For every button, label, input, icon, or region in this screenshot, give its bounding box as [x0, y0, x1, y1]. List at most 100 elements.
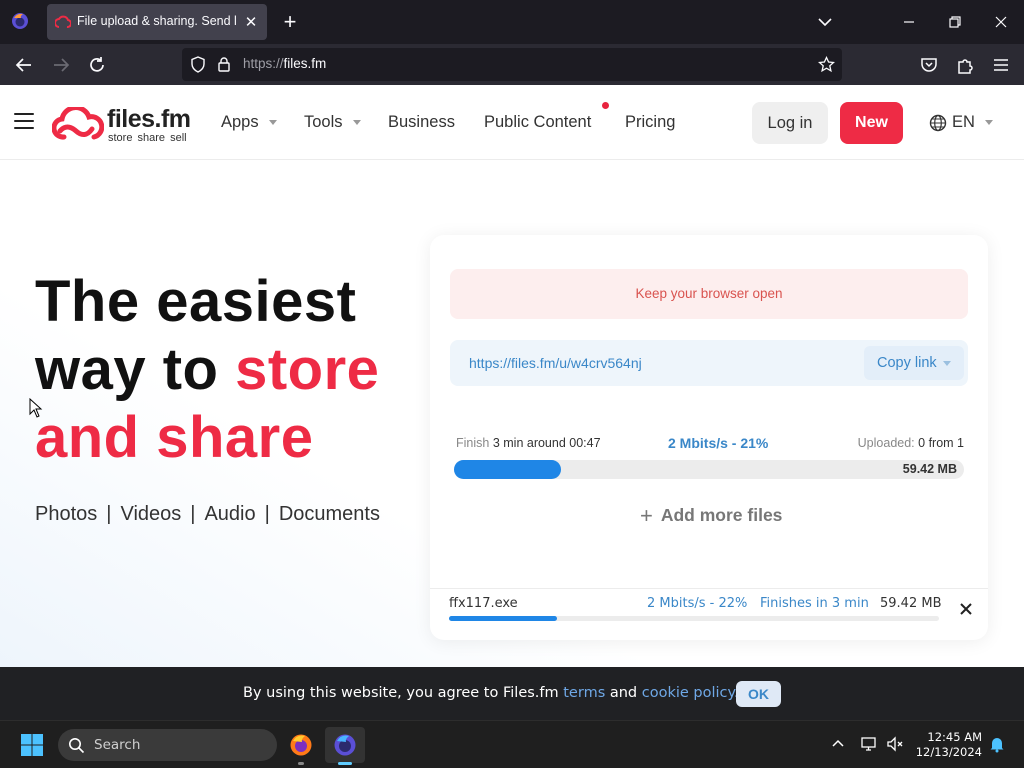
app-indicator [298, 762, 304, 765]
cookie-consent-bar: By using this website, you agree to File… [0, 667, 1024, 720]
extensions-icon[interactable] [954, 54, 976, 76]
pocket-icon[interactable] [918, 54, 940, 76]
category-audio: Audio [204, 503, 256, 525]
volume-muted-icon[interactable] [886, 735, 904, 753]
taskbar-search[interactable]: Search [58, 729, 277, 761]
upload-speed-summary: 2 Mbits/s - 21% [668, 435, 769, 451]
notification-bell-icon[interactable] [988, 735, 1006, 753]
menu-icon[interactable] [990, 54, 1012, 76]
nav-tools[interactable]: Tools [304, 113, 361, 132]
back-icon[interactable] [13, 54, 35, 76]
chevron-up-icon[interactable] [829, 735, 847, 753]
new-button[interactable]: New [840, 102, 903, 144]
windows-taskbar: Search 12:45 AM 12/13/2024 [0, 720, 1024, 768]
url-host: files.fm [283, 56, 327, 71]
url-bar[interactable]: https://files.fm [182, 48, 842, 81]
share-link-row: https://files.fm/u/w4crv564nj Copy link [450, 340, 968, 386]
nav-apps-label: Apps [221, 113, 259, 131]
hero-categories: Photos | Videos | Audio | Documents [35, 503, 380, 526]
file-progress-bar [449, 616, 939, 621]
uploaded-prefix: Uploaded: [857, 436, 915, 450]
taskbar-firefox-app[interactable] [281, 727, 321, 765]
lock-icon[interactable] [217, 56, 231, 73]
file-size: 59.42 MB [880, 596, 942, 611]
plus-icon: + [640, 503, 653, 528]
total-size: 59.42 MB [902, 462, 957, 476]
url-text[interactable]: https://files.fm [243, 56, 326, 71]
chevron-down-icon [352, 120, 361, 126]
site-logo[interactable]: files.fm store share sell [52, 105, 202, 145]
site-header: files.fm store share sell Apps Tools Bus… [0, 85, 1024, 160]
tab-list-chevron-icon[interactable] [815, 12, 835, 32]
browser-nav-bar: https://files.fm [0, 44, 1024, 85]
app-indicator [338, 762, 352, 765]
login-button[interactable]: Log in [752, 102, 828, 144]
copy-link-label: Copy link [877, 355, 937, 371]
hero-title-line-3: and share [35, 405, 314, 470]
hamburger-menu-icon[interactable] [14, 113, 34, 131]
copy-link-button[interactable]: Copy link [864, 346, 964, 380]
shield-icon[interactable] [190, 56, 206, 73]
firefox-nightly-icon [334, 734, 356, 756]
firefox-icon[interactable] [11, 12, 29, 30]
category-photos: Photos [35, 503, 98, 525]
terms-link[interactable]: terms [563, 685, 605, 701]
nav-business[interactable]: Business [388, 113, 455, 132]
category-separator: | [264, 503, 270, 525]
category-videos: Videos [120, 503, 182, 525]
close-window-icon[interactable] [991, 12, 1011, 32]
cookie-ok-button[interactable]: OK [736, 681, 781, 707]
chevron-down-icon [268, 120, 277, 126]
total-progress-fill [454, 460, 562, 479]
forward-icon[interactable] [50, 54, 72, 76]
network-icon[interactable] [860, 735, 878, 753]
tab-close-icon[interactable]: ✕ [241, 12, 261, 32]
hero-title-plain: way to [35, 337, 236, 402]
finish-value: 3 min around 00:47 [492, 436, 601, 450]
new-tab-button[interactable]: + [280, 11, 300, 33]
nav-tools-label: Tools [304, 113, 343, 131]
category-separator: | [190, 503, 196, 525]
system-clock[interactable]: 12:45 AM 12/13/2024 [912, 730, 982, 760]
hero-title-accent-store: store [235, 337, 380, 402]
search-placeholder: Search [94, 737, 141, 753]
clock-time: 12:45 AM [927, 730, 982, 744]
logo-tagline: store share sell [108, 132, 187, 144]
cookie-text-before: By using this website, you agree to File… [243, 685, 564, 701]
taskbar-firefox-nightly-app[interactable] [325, 727, 365, 765]
url-protocol: https:// [243, 56, 284, 71]
restore-icon[interactable] [945, 12, 965, 32]
reload-icon[interactable] [86, 54, 108, 76]
browser-tab[interactable]: File upload & sharing. Send large files … [47, 4, 267, 40]
mouse-cursor-icon [29, 398, 43, 418]
hero-section: The easiest way to store and share Photo… [0, 160, 1024, 667]
windows-start-icon[interactable] [20, 733, 44, 757]
hero-title-line-2: way to store [35, 336, 379, 404]
firefox-icon [290, 734, 312, 756]
uploaded-count: Uploaded: 0 from 1 [858, 436, 964, 450]
cancel-upload-close-icon[interactable] [958, 601, 974, 617]
cookie-policy-link[interactable]: cookie policy. [642, 685, 739, 701]
share-link-url[interactable]: https://files.fm/u/w4crv564nj [469, 355, 642, 371]
keep-browser-open-notice: Keep your browser open [450, 269, 968, 319]
nav-public-content[interactable]: Public Content [484, 113, 591, 132]
search-icon [69, 738, 85, 754]
browser-tab-bar: File upload & sharing. Send large files … [0, 0, 1024, 44]
add-more-files-button[interactable]: + Add more files [640, 503, 782, 529]
language-label: EN [952, 113, 975, 131]
minimize-icon[interactable] [899, 12, 919, 32]
total-progress-bar: 59.42 MB [454, 460, 964, 479]
add-more-files-label: Add more files [660, 505, 783, 525]
finish-estimate: Finish 3 min around 00:47 [456, 436, 601, 450]
notification-dot [602, 102, 609, 109]
category-documents: Documents [278, 503, 380, 525]
hero-title-line-1: The easiest [35, 269, 357, 334]
hero-title: The easiest way to store and share [35, 268, 379, 472]
file-progress-fill [449, 616, 557, 621]
bookmark-star-icon[interactable] [818, 56, 835, 73]
chevron-down-icon [985, 120, 993, 125]
nav-apps[interactable]: Apps [221, 113, 277, 132]
nav-pricing[interactable]: Pricing [625, 113, 675, 132]
file-upload-row: ffx117.exe 2 Mbits/s - 22% Finishes in 3… [430, 588, 988, 640]
category-separator: | [106, 503, 112, 525]
